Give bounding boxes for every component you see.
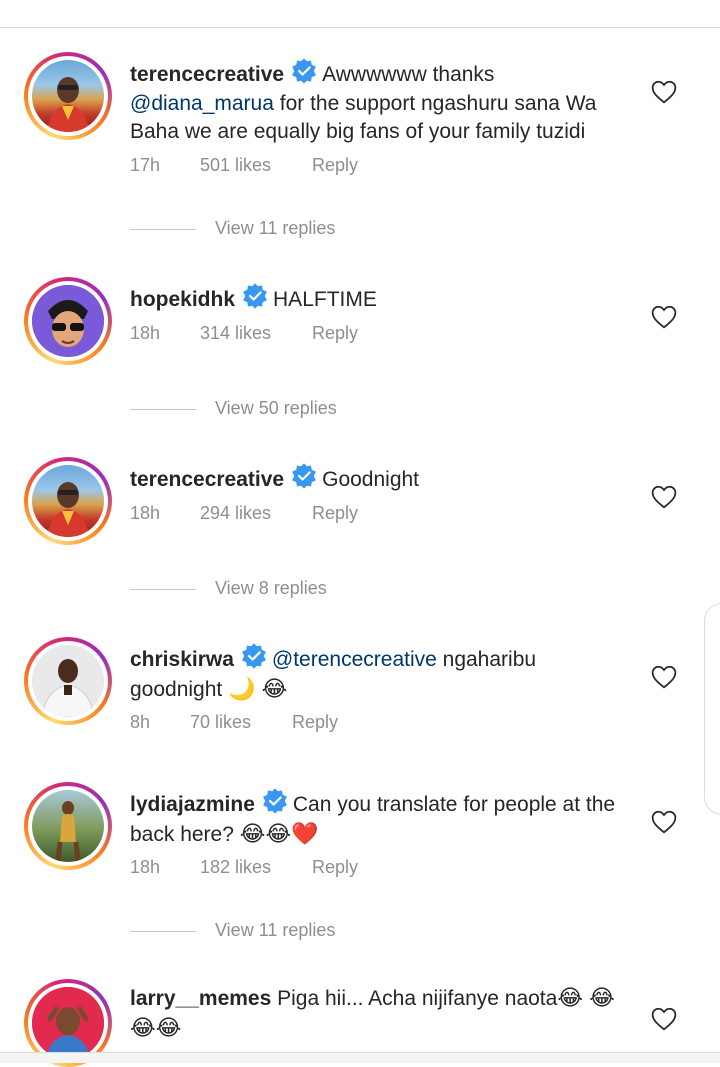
comment-likes[interactable]: 314 likes [200,323,271,344]
replies-divider-line [130,931,196,932]
comment-body: Goodnight [322,468,420,491]
comment-mention[interactable]: @diana_marua [130,92,274,115]
comment-text: terencecreative Goodnight [130,462,630,495]
verified-badge-icon [292,58,317,84]
avatar[interactable] [24,52,112,140]
replies-divider-line [130,409,196,410]
replies-divider-line [130,589,196,590]
heart-outline-icon[interactable] [651,80,677,104]
view-replies-label: View 50 replies [215,398,337,418]
comment-emoji: 😂😂❤️ [239,820,319,846]
comment-username[interactable]: hopekidhk [130,288,235,311]
view-replies-label: View 11 replies [215,218,336,238]
comment-text: terencecreative Awwwwww thanks @diana_mar… [130,57,630,147]
avatar[interactable] [24,637,112,725]
comment-text: lydiajazmine Can you translate for people… [130,787,630,849]
comment-time: 18h [130,857,161,877]
comment-likes[interactable]: 501 likes [200,155,271,176]
verified-badge-icon [243,283,267,309]
reply-button[interactable]: Reply [292,712,338,733]
edge-panel-handle[interactable] [704,603,720,815]
avatar[interactable] [24,457,112,545]
heart-outline-icon[interactable] [651,1007,677,1031]
comment-likes[interactable]: 182 likes [200,857,271,878]
verified-badge-icon [292,463,317,489]
heart-outline-icon[interactable] [651,665,677,689]
view-replies-label: View 11 replies [215,920,336,940]
comment-text: chriskirwa @terencecreative ngaharibu goo… [130,642,630,704]
verified-badge-icon [262,788,287,814]
comment-username[interactable]: chriskirwa [130,648,234,671]
comment-time: 8h [130,712,151,732]
avatar[interactable] [24,782,112,870]
avatar[interactable] [24,277,112,365]
comment-body: Piga hii... Acha nijifanye naota [277,987,558,1010]
heart-outline-icon[interactable] [651,485,677,509]
comment-username[interactable]: lydiajazmine [130,793,255,816]
heart-outline-icon[interactable] [651,305,677,329]
heart-outline-icon[interactable] [651,810,677,834]
comment-input-bar-edge [0,1052,720,1063]
comment-username[interactable]: larry__memes [130,987,271,1010]
comment-time: 18h [130,503,161,523]
replies-divider-line [130,229,196,230]
comment-text: larry__memes Piga hii... Acha nijifanye … [130,984,630,1043]
comment-likes[interactable]: 294 likes [200,503,271,524]
reply-button[interactable]: Reply [312,323,358,344]
comment-username[interactable]: terencecreative [130,468,284,491]
top-divider [0,27,720,28]
comment-likes[interactable]: 70 likes [190,712,251,733]
view-replies-label: View 8 replies [215,578,327,598]
comment-username[interactable]: terencecreative [130,63,284,86]
verified-badge-icon [242,643,266,669]
reply-button[interactable]: Reply [312,503,358,524]
comment-mention[interactable]: @terencecreative [272,648,437,671]
comment-time: 17h [130,155,161,175]
comment-body: HALFTIME [273,288,377,311]
reply-button[interactable]: Reply [312,857,358,878]
comment-body: Awwwwww thanks [322,63,495,86]
reply-button[interactable]: Reply [312,155,358,176]
comment-text: hopekidhk HALFTIME [130,282,630,315]
comment-emoji: 🌙 😂 [228,675,288,701]
comment-time: 18h [130,323,161,343]
